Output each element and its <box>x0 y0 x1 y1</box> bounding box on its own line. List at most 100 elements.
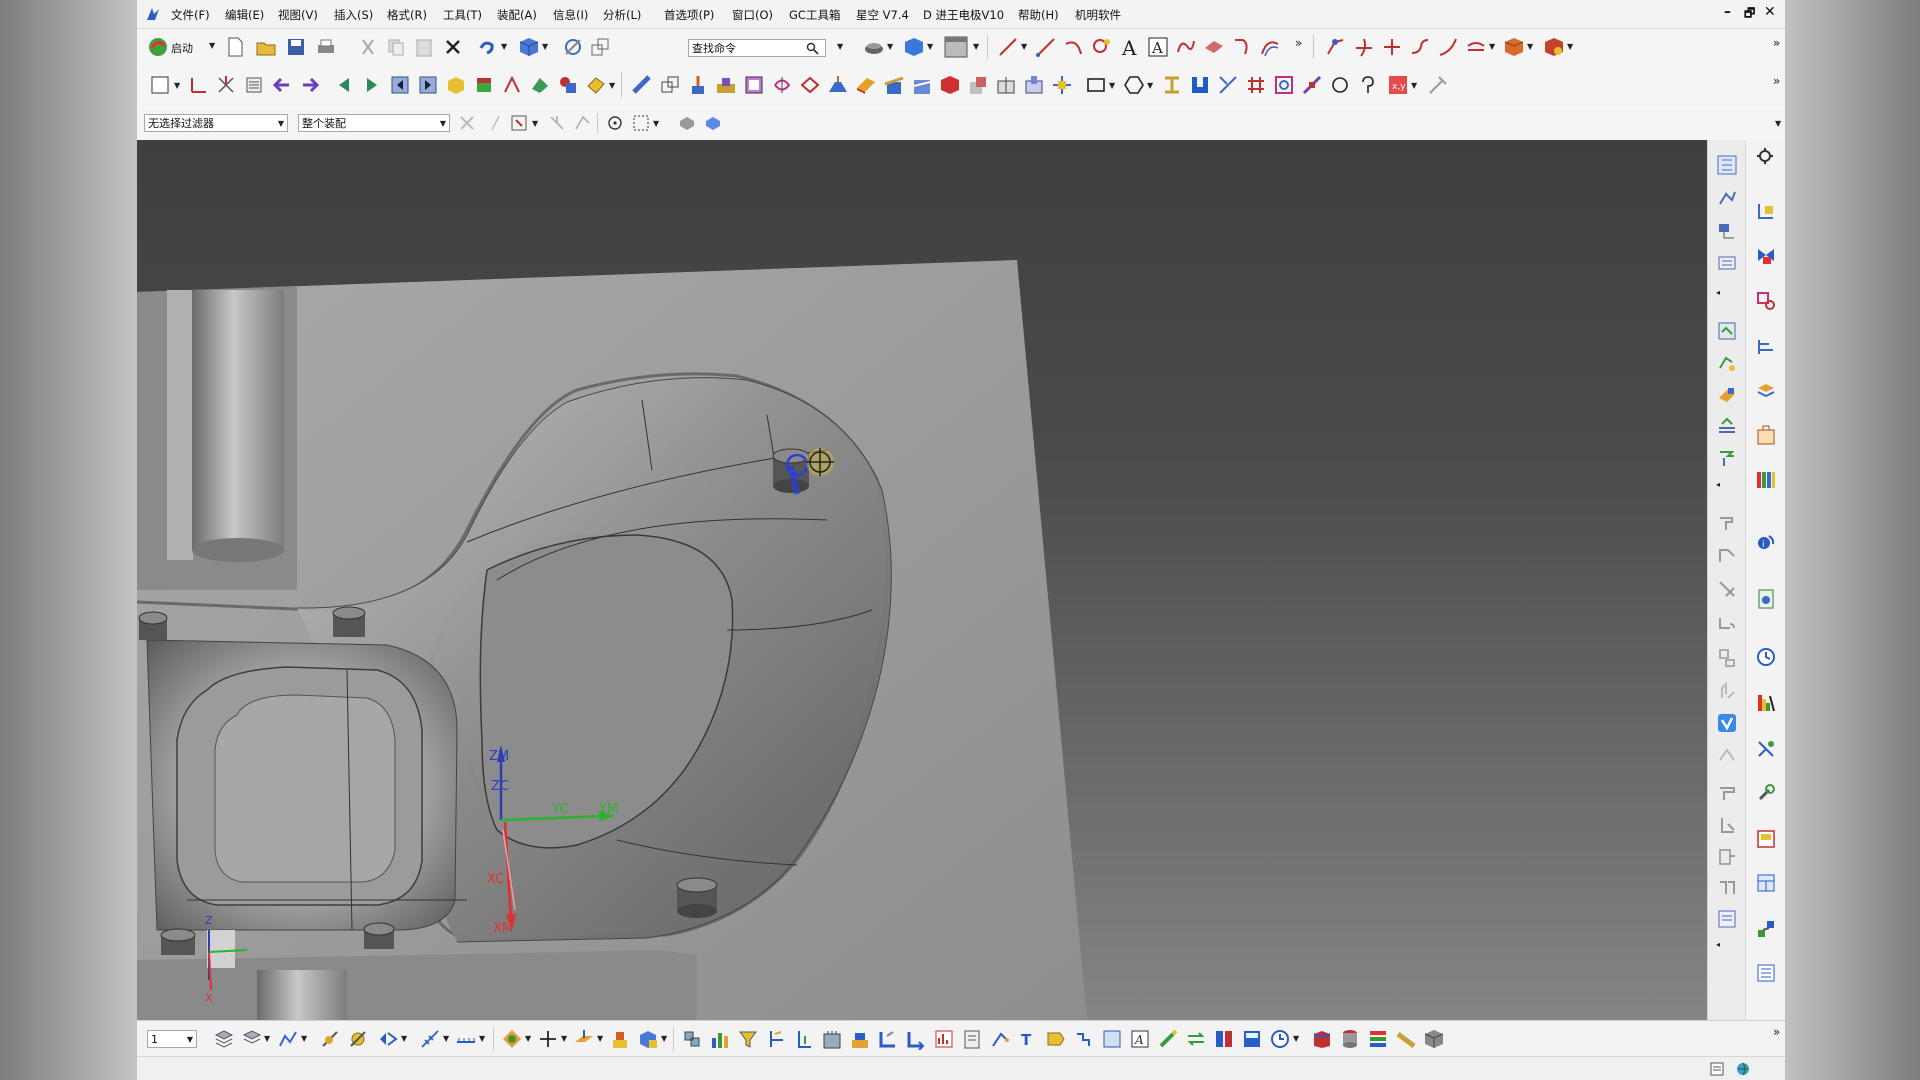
manufacturing-wizard-icon[interactable] <box>1716 416 1738 438</box>
boss-bottom-left[interactable] <box>160 928 196 955</box>
boss-left-edge[interactable] <box>138 611 168 640</box>
mold-tool-12-icon[interactable] <box>1716 908 1738 930</box>
gear-icon[interactable] <box>1755 146 1775 166</box>
menu-analysis[interactable]: 分析(L) <box>603 7 641 23</box>
i-beam-icon[interactable] <box>1161 74 1183 96</box>
wire-tool-icon[interactable] <box>1755 738 1777 760</box>
menu-gc-toolkit[interactable]: GC工具箱 <box>789 7 840 23</box>
mold-tool-8-icon[interactable] <box>1716 780 1738 802</box>
measure-distance-icon[interactable] <box>419 1028 441 1050</box>
background-dropdown-icon[interactable]: ▼ <box>973 42 979 51</box>
info-signal-icon[interactable]: i <box>1755 530 1777 552</box>
annotation-text-icon[interactable]: A <box>1147 36 1169 58</box>
block-feature-icon[interactable] <box>637 1028 659 1050</box>
face-left-icon[interactable] <box>389 74 411 96</box>
report-icon[interactable] <box>1755 828 1777 850</box>
rectangle-select-icon[interactable] <box>631 113 651 133</box>
roles-icon[interactable] <box>1716 446 1738 468</box>
dimension-icon[interactable] <box>1217 74 1239 96</box>
select-mode-dropdown-icon[interactable]: ▼ <box>653 119 659 128</box>
component-icon[interactable] <box>681 1028 703 1050</box>
face-right-icon[interactable] <box>417 74 439 96</box>
extrude-boss-icon[interactable] <box>609 1028 631 1050</box>
swap-arrows-icon[interactable] <box>1185 1028 1207 1050</box>
selection-filter-select[interactable]: 无选择过滤器 ▼ <box>144 114 288 132</box>
u-channel-icon[interactable] <box>1189 74 1211 96</box>
boss-top-right[interactable] <box>772 448 810 495</box>
book-icon[interactable] <box>1311 1028 1333 1050</box>
bar-chart-icon[interactable] <box>709 1028 731 1050</box>
database-icon[interactable] <box>1339 1028 1361 1050</box>
l-bracket-icon[interactable] <box>877 1028 899 1050</box>
offset-face-icon[interactable] <box>585 74 607 96</box>
surface-icon[interactable] <box>1203 36 1225 58</box>
close-button[interactable]: ✕ <box>1764 4 1776 20</box>
label-tag-icon[interactable] <box>1045 1028 1067 1050</box>
filter-dropdown-icon[interactable]: ▼ <box>532 119 538 128</box>
assembly-dropdown-icon[interactable]: ▼ <box>1527 42 1533 51</box>
assembly-navigator-icon[interactable] <box>1716 154 1738 176</box>
arc-icon[interactable] <box>1063 36 1085 58</box>
shaded-edges-icon[interactable] <box>863 36 885 58</box>
mold-wizard-icon[interactable] <box>1543 36 1565 58</box>
constraint-navigator-icon[interactable] <box>1716 188 1738 210</box>
selection-scope-select[interactable]: 整个装配 ▼ <box>298 114 450 132</box>
toolbar1-overflow-icon[interactable]: » <box>1295 36 1302 50</box>
bridge-curve-icon[interactable] <box>1409 36 1431 58</box>
curve-analysis-icon[interactable] <box>277 1028 299 1050</box>
show-only-icon[interactable] <box>347 1028 369 1050</box>
layout-panel-icon[interactable] <box>1755 872 1777 894</box>
point-dropdown-icon[interactable]: ▼ <box>561 1034 567 1043</box>
wcs-icon[interactable] <box>187 74 209 96</box>
sketch-icon[interactable] <box>149 74 171 96</box>
paste-icon[interactable] <box>413 36 435 58</box>
boss-bottom-right[interactable] <box>676 877 718 918</box>
mold-tool-1-icon[interactable] <box>1716 512 1738 534</box>
satellite-icon[interactable] <box>1301 74 1323 96</box>
menu-preferences[interactable]: 首选项(P) <box>664 7 714 23</box>
polygon-dropdown-icon[interactable]: ▼ <box>1147 81 1153 90</box>
message-icon[interactable] <box>1710 1062 1724 1076</box>
color-spectrum-icon[interactable] <box>1755 692 1777 714</box>
part-navigator-icon[interactable] <box>1716 220 1738 242</box>
mold-tool-6-icon[interactable] <box>1716 680 1738 702</box>
open-folder-icon[interactable] <box>255 36 277 58</box>
work-layer-select[interactable]: 1 ▼ <box>147 1030 197 1048</box>
datum-plane-icon[interactable] <box>573 1028 595 1050</box>
mold-tool-2-icon[interactable] <box>1716 544 1738 566</box>
basic-line-icon[interactable] <box>1035 36 1057 58</box>
view-cube-icon[interactable] <box>903 36 925 58</box>
layer-settings-icon[interactable] <box>213 1028 235 1050</box>
move-face-icon[interactable] <box>1051 74 1073 96</box>
rectangle-icon[interactable] <box>1085 74 1107 96</box>
project-curve-icon[interactable] <box>1231 36 1253 58</box>
move-to-layer-icon[interactable] <box>241 1028 263 1050</box>
sketch-dropdown-icon[interactable]: ▼ <box>174 81 180 90</box>
menu-electrode[interactable]: D 进王电极V10 <box>923 7 1004 23</box>
save-icon[interactable] <box>285 36 307 58</box>
part-model[interactable]: ZM ZC YC YM XC XM Z X <box>137 140 1707 1020</box>
system-materials-icon[interactable] <box>1716 352 1738 374</box>
blank-toggle-icon[interactable] <box>377 1028 399 1050</box>
filterbar-overflow-icon[interactable]: ▼ <box>1775 119 1781 128</box>
gray-cube-icon[interactable] <box>1423 1028 1445 1050</box>
bottombar-overflow-icon[interactable]: » <box>1773 1025 1780 1039</box>
electrode-wizard-icon[interactable] <box>1755 200 1777 222</box>
minimize-button[interactable]: – <box>1724 4 1731 20</box>
ruler-dropdown-icon[interactable]: ▼ <box>479 1034 485 1043</box>
mold-dropdown-icon[interactable]: ▼ <box>1567 42 1573 51</box>
layer-icon[interactable] <box>243 74 265 96</box>
circle-icon[interactable] <box>1091 36 1113 58</box>
thicken-icon[interactable] <box>855 74 877 96</box>
wrench-icon[interactable] <box>1755 782 1777 804</box>
color-books-icon[interactable] <box>1755 468 1777 490</box>
color-bars-icon[interactable] <box>1367 1028 1389 1050</box>
analysis-dropdown-icon[interactable]: ▼ <box>301 1034 307 1043</box>
xy-tool-icon[interactable]: x,y <box>1387 74 1409 96</box>
grid-icon[interactable] <box>1245 74 1267 96</box>
mold-tool-10-icon[interactable] <box>1716 846 1738 868</box>
mold-tool-11-icon[interactable] <box>1716 876 1738 898</box>
annotation-a-icon[interactable]: A <box>1129 1028 1151 1050</box>
restore-button[interactable]: 🗗 <box>1744 4 1755 25</box>
app-logo-icon[interactable] <box>145 6 161 22</box>
